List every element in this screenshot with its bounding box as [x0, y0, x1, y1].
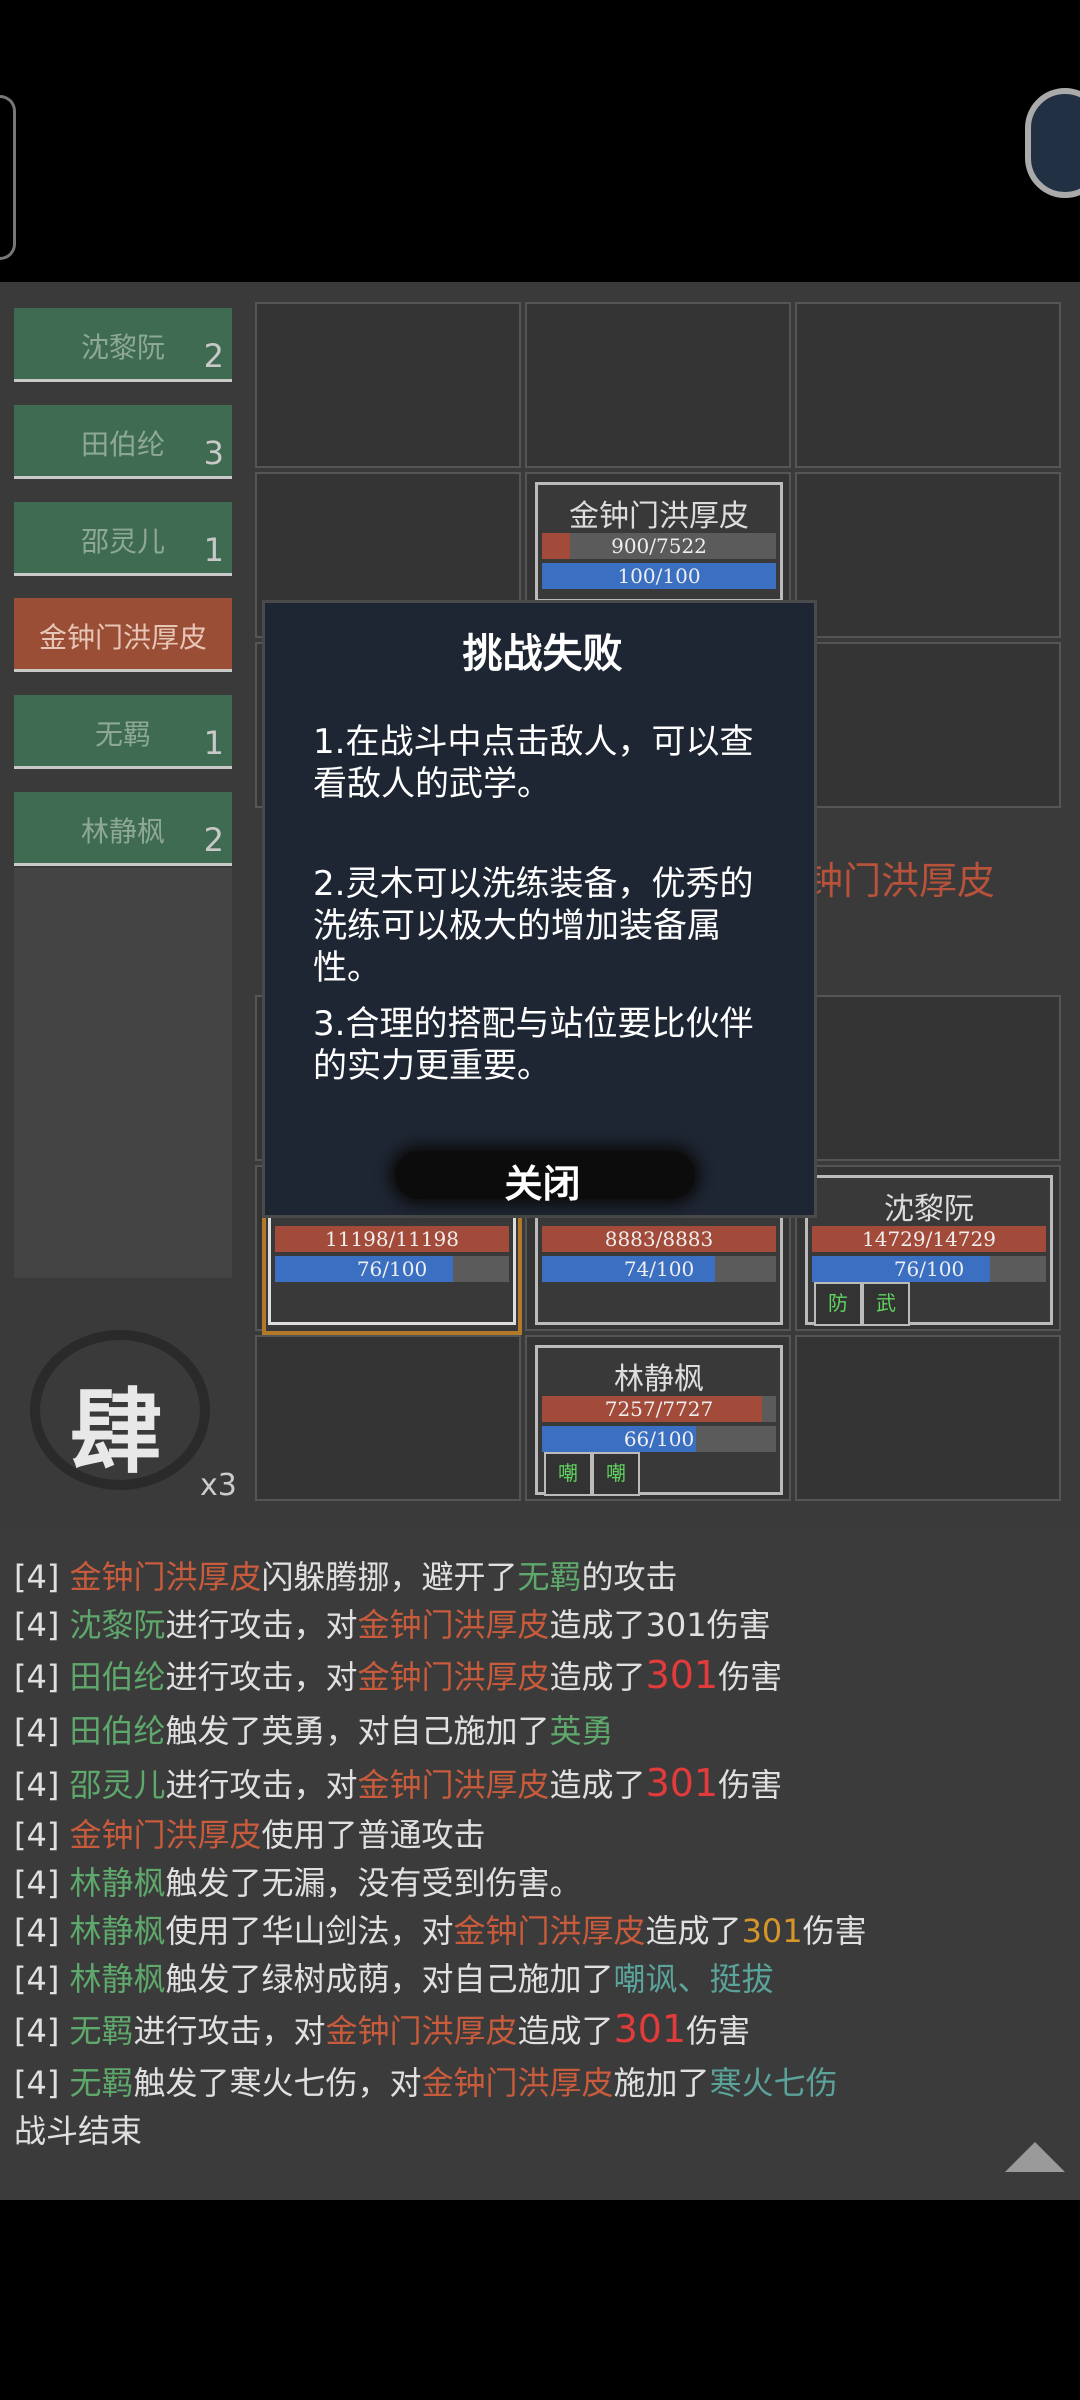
roster-item-enemy[interactable]: 金钟门洪厚皮 [14, 598, 232, 672]
hp-bar: 7257/7727 [542, 1396, 776, 1422]
log-line: [4] 田伯纶进行攻击，对金钟门洪厚皮造成了301伤害 [14, 1653, 783, 1697]
log-line: [4] 林静枫触发了绿树成荫，对自己施加了嘲讽、挺拔 [14, 1960, 774, 1998]
ally-unit-card[interactable]: 林静枫 7257/7727 66/100 嘲 嘲 [535, 1345, 783, 1496]
mp-bar: 76/100 [275, 1256, 509, 1282]
log-line: [4] 田伯纶触发了英勇，对自己施加了英勇 [14, 1712, 614, 1750]
hp-text: 11198/11198 [325, 1227, 459, 1251]
grid-cell[interactable] [795, 642, 1061, 808]
enemy-name-label: 钟门洪厚皮 [805, 859, 996, 903]
grid-cell[interactable] [255, 302, 521, 468]
mp-bar: 100/100 [542, 563, 776, 589]
top-bar [0, 0, 1080, 282]
roster-item[interactable]: 田伯纶 3 [14, 405, 232, 479]
grid-cell[interactable] [795, 1335, 1061, 1501]
log-line: [4] 沈黎阮进行攻击，对金钟门洪厚皮造成了301伤害 [14, 1606, 771, 1644]
roster-count: 1 [203, 531, 224, 569]
unit-name: 林静枫 [614, 1362, 704, 1397]
log-line-end: 战斗结束 [14, 2112, 143, 2150]
enemy-unit-card[interactable]: 金钟门洪厚皮 900/7522 100/100 [535, 482, 783, 602]
roster-name: 田伯纶 [80, 428, 165, 461]
roster-name: 金钟门洪厚皮 [38, 621, 207, 654]
log-line: [4] 无羁进行攻击，对金钟门洪厚皮造成了301伤害 [14, 2007, 751, 2051]
roster-item[interactable]: 林静枫 2 [14, 792, 232, 866]
log-line: [4] 金钟门洪厚皮闪躲腾挪，避开了无羁的攻击 [14, 1558, 678, 1596]
skill-icon[interactable]: 嘲 [544, 1452, 592, 1496]
mp-text: 100/100 [617, 564, 701, 588]
log-line: [4] 金钟门洪厚皮使用了普通攻击 [14, 1816, 486, 1854]
roster-name: 邵灵儿 [80, 525, 165, 558]
hp-bar: 8883/8883 [542, 1226, 776, 1252]
mp-text: 66/100 [623, 1427, 695, 1451]
roster-count: 2 [203, 337, 224, 375]
unit-name: 金钟门洪厚皮 [569, 499, 749, 534]
roster-count: 1 [203, 724, 224, 762]
tip-text: 3.合理的搭配与站位要比伙伴的实力更重要。 [313, 1004, 754, 1086]
grid-cell[interactable] [795, 995, 1061, 1161]
mp-text: 76/100 [893, 1257, 965, 1281]
grid-cell[interactable] [255, 1335, 521, 1501]
skill-icon[interactable]: 防 [814, 1282, 862, 1326]
hp-text: 8883/8883 [604, 1227, 714, 1251]
skill-icon[interactable]: 嘲 [592, 1452, 640, 1496]
tip-text: 1.在战斗中点击敌人，可以查看敌人的武学。 [313, 722, 754, 804]
roster-empty-area [14, 868, 232, 1278]
grid-cell[interactable] [795, 302, 1061, 468]
roster-item[interactable]: 沈黎阮 2 [14, 308, 232, 382]
roster-count: 3 [203, 434, 224, 472]
grid-cell[interactable] [795, 472, 1061, 638]
round-seal: 肆 [70, 1378, 163, 1486]
close-button[interactable]: 关闭 [265, 1153, 820, 1208]
back-button[interactable] [0, 95, 16, 260]
speed-toggle[interactable]: x3 [200, 1468, 237, 1503]
unit-name: 沈黎阮 [884, 1192, 974, 1227]
roster-count: 2 [203, 821, 224, 859]
dialog-title: 挑战失败 [462, 631, 623, 677]
log-line: [4] 林静枫触发了无漏，没有受到伤害。 [14, 1864, 582, 1902]
roster-item[interactable]: 邵灵儿 1 [14, 502, 232, 576]
ally-unit-card[interactable]: 沈黎阮 14729/14729 76/100 防 武 [805, 1175, 1053, 1326]
mp-text: 76/100 [356, 1257, 428, 1281]
scroll-up-icon[interactable] [1005, 2142, 1065, 2172]
log-line: [4] 无羁触发了寒火七伤，对金钟门洪厚皮施加了寒火七伤 [14, 2064, 838, 2102]
bottom-bar [0, 2200, 1080, 2400]
roster-name: 林静枫 [80, 815, 165, 848]
hp-text: 14729/14729 [862, 1227, 996, 1251]
roster-name: 沈黎阮 [80, 331, 165, 364]
mp-bar: 66/100 [542, 1426, 776, 1452]
hp-text: 7257/7727 [604, 1397, 714, 1421]
mp-bar: 74/100 [542, 1256, 776, 1282]
challenge-failed-dialog: 挑战失败 1.在战斗中点击敌人，可以查看敌人的武学。 2.灵木可以洗练装备，优秀… [262, 600, 817, 1218]
avatar[interactable] [1025, 88, 1080, 198]
grid-cell[interactable] [525, 302, 791, 468]
mp-bar: 76/100 [812, 1256, 1046, 1282]
log-line: [4] 邵灵儿进行攻击，对金钟门洪厚皮造成了301伤害 [14, 1761, 783, 1805]
tip-text: 2.灵木可以洗练装备，优秀的洗练可以极大的增加装备属性。 [313, 864, 754, 988]
hp-bar: 11198/11198 [275, 1226, 509, 1252]
hp-bar: 900/7522 [542, 533, 776, 559]
roster-name: 无羁 [94, 718, 151, 751]
skill-icon[interactable]: 武 [862, 1282, 910, 1326]
hp-text: 900/7522 [611, 534, 707, 558]
log-line: [4] 林静枫使用了华山剑法，对金钟门洪厚皮造成了301伤害 [14, 1912, 867, 1950]
roster-item[interactable]: 无羁 1 [14, 695, 232, 769]
mp-text: 74/100 [623, 1257, 695, 1281]
hp-bar: 14729/14729 [812, 1226, 1046, 1252]
